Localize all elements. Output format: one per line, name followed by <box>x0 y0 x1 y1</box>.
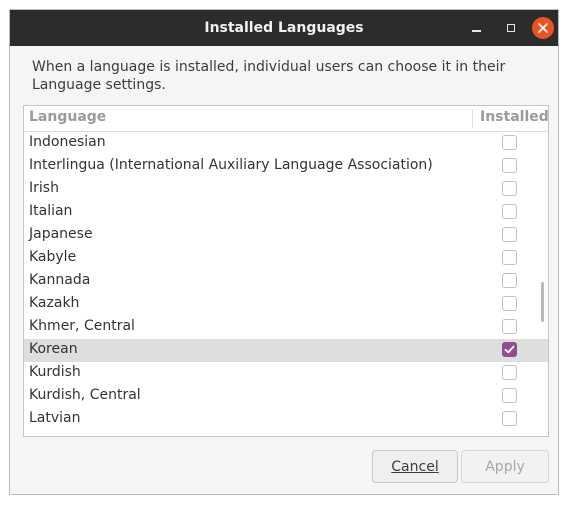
list-row[interactable]: Kazakh <box>24 293 548 316</box>
minimize-icon <box>471 30 481 32</box>
list-row[interactable]: Irish <box>24 178 548 201</box>
installed-checkbox[interactable] <box>502 204 517 219</box>
list-row[interactable]: Italian <box>24 201 548 224</box>
language-label: Kazakh <box>29 295 80 311</box>
language-label: Korean <box>29 341 78 357</box>
installed-checkbox[interactable] <box>502 273 517 288</box>
list-row[interactable]: Indonesian <box>24 132 548 155</box>
list-row[interactable]: Khmer, Central <box>24 316 548 339</box>
installed-checkbox[interactable] <box>502 227 517 242</box>
language-label: Irish <box>29 180 59 196</box>
language-label: Kannada <box>29 272 91 288</box>
apply-button[interactable]: Apply <box>461 450 549 483</box>
vertical-scrollbar[interactable] <box>541 282 544 322</box>
installed-checkbox[interactable] <box>502 319 517 334</box>
minimize-button[interactable] <box>463 15 489 41</box>
language-list[interactable]: Language Installed Indonesian Interlingua… <box>23 105 549 437</box>
list-row[interactable]: Kannada <box>24 270 548 293</box>
language-label: Japanese <box>29 226 93 242</box>
list-row[interactable]: Latvian <box>24 408 548 431</box>
maximize-button[interactable] <box>498 15 524 41</box>
installed-checkbox[interactable] <box>502 365 517 380</box>
installed-checkbox[interactable] <box>502 411 517 426</box>
language-label: Kabyle <box>29 249 77 265</box>
column-header-language[interactable]: Language <box>29 109 106 125</box>
cancel-button-label: Cancel <box>391 458 439 475</box>
window-title: Installed Languages <box>204 20 364 36</box>
installed-checkbox[interactable] <box>502 158 517 173</box>
column-header-installed[interactable]: Installed <box>480 109 548 125</box>
list-row[interactable]: Lithuanian <box>24 431 548 436</box>
list-row[interactable]: Interlingua (International Auxiliary Lan… <box>24 155 548 178</box>
list-rows: Indonesian Interlingua (International Aux… <box>24 132 548 436</box>
title-bar[interactable]: Installed Languages <box>10 10 558 46</box>
installed-checkbox[interactable] <box>502 250 517 265</box>
language-label: Lithuanian <box>29 435 103 436</box>
description-text: When a language is installed, individual… <box>32 59 506 93</box>
list-row[interactable]: Kurdish, Central <box>24 385 548 408</box>
language-label: Indonesian <box>29 134 106 150</box>
installed-checkbox[interactable] <box>502 388 517 403</box>
list-row[interactable]: Japanese <box>24 224 548 247</box>
language-label: Italian <box>29 203 73 219</box>
checkmark-icon <box>504 345 515 354</box>
language-label: Interlingua (International Auxiliary Lan… <box>29 157 433 173</box>
close-button[interactable] <box>532 17 554 39</box>
apply-button-label: Apply <box>485 458 525 475</box>
close-icon <box>538 23 548 33</box>
language-label: Kurdish, Central <box>29 387 141 403</box>
list-row[interactable]: Kurdish <box>24 362 548 385</box>
language-label: Khmer, Central <box>29 318 135 334</box>
list-row[interactable]: Korean <box>24 339 548 362</box>
installed-languages-dialog: Installed Languages When a language is i… <box>9 9 559 495</box>
language-label: Kurdish <box>29 364 81 380</box>
installed-checkbox[interactable] <box>502 135 517 150</box>
list-header: Language Installed <box>24 106 548 132</box>
maximize-icon <box>507 24 515 32</box>
column-separator <box>472 109 473 128</box>
list-row[interactable]: Kabyle <box>24 247 548 270</box>
language-label: Latvian <box>29 410 81 426</box>
installed-checkbox[interactable] <box>502 181 517 196</box>
cancel-button[interactable]: Cancel <box>372 450 458 483</box>
installed-checkbox[interactable] <box>502 296 517 311</box>
installed-checkbox[interactable] <box>502 342 517 357</box>
